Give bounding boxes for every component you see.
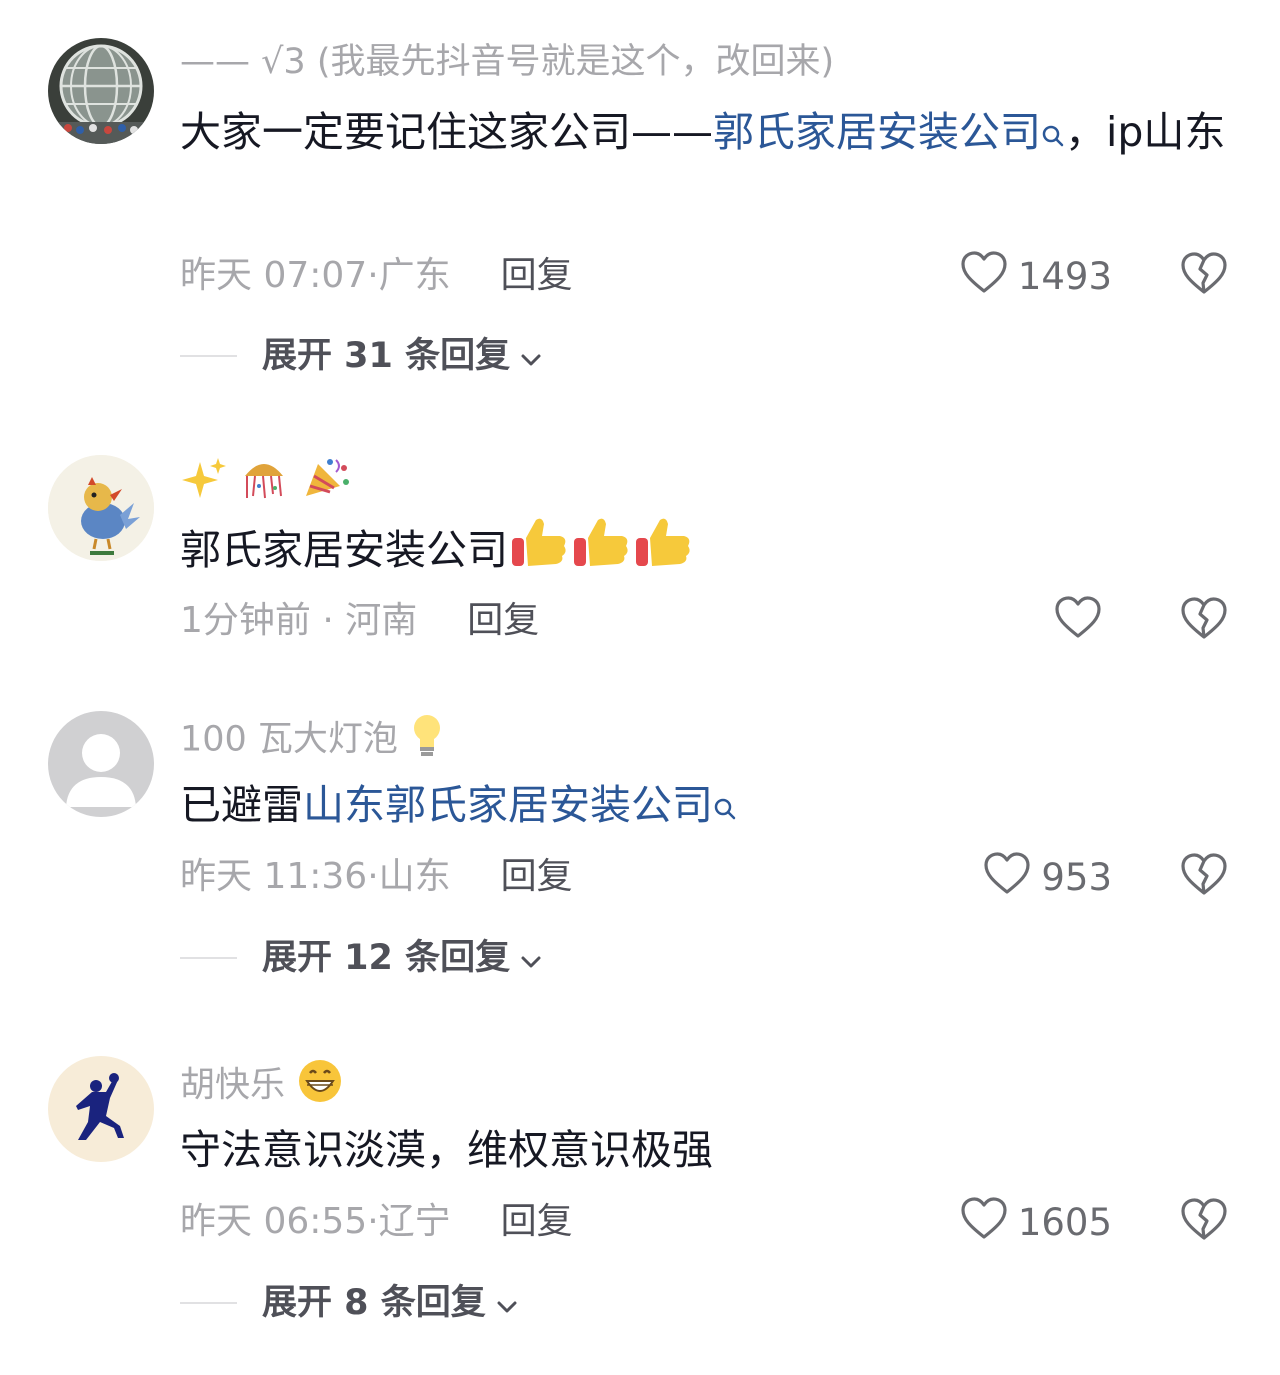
like-button[interactable]: 1605 (960, 1196, 1112, 1249)
like-button[interactable] (1054, 595, 1112, 648)
thumbs-up-icon (632, 514, 694, 592)
comment-text: 守法意识淡漠，维权意识极强 (180, 1114, 1240, 1186)
comment-time: 昨天 07:07 (180, 255, 368, 296)
broken-heart-icon[interactable] (1180, 1197, 1232, 1247)
username-label[interactable]: 胡快乐 (180, 1066, 285, 1106)
broken-heart-icon[interactable] (1180, 596, 1232, 646)
username[interactable]: —— √3 (我最先抖音号就是这个，改回来) (180, 40, 834, 84)
expand-replies-button[interactable]: 展开 8 条回复 (180, 1281, 518, 1325)
comment-meta: 1分钟前 · 河南 回复 (180, 600, 540, 641)
comment-meta: 昨天 06:55·辽宁 回复 (180, 1201, 573, 1242)
heart-icon (960, 1196, 1008, 1249)
reply-button[interactable]: 回复 (467, 600, 539, 641)
comment-time: 昨天 11:36 (180, 856, 368, 897)
chevron-down-icon (496, 1281, 518, 1325)
confetti-ball-icon (239, 456, 289, 511)
comment-text-before: 已避雷 (180, 781, 303, 829)
avatar[interactable] (48, 1056, 154, 1162)
sparkles-icon (180, 456, 228, 511)
username-label[interactable]: 100 瓦大灯泡 (180, 720, 398, 760)
like-count: 1605 (1017, 1200, 1112, 1244)
party-popper-icon (300, 456, 352, 511)
light-bulb-icon (409, 712, 445, 769)
broken-heart-icon[interactable] (1180, 251, 1232, 301)
comment-text-label: 郭氏家居安装公司 (180, 526, 508, 574)
reply-button[interactable]: 回复 (501, 856, 573, 897)
comment-meta: 昨天 07:07·广东 回复 (180, 255, 573, 296)
divider (180, 1302, 237, 1304)
comment-time: 昨天 06:55 (180, 1201, 368, 1242)
comment-location: 辽宁 (378, 1201, 451, 1242)
comment-text-before: 大家一定要记住这家公司—— (180, 108, 713, 156)
thumbs-up-icon (508, 514, 570, 592)
like-count: 953 (1041, 855, 1112, 899)
chevron-down-icon (520, 334, 542, 378)
heart-icon (1054, 595, 1102, 648)
like-button[interactable]: 1493 (960, 250, 1112, 303)
comment-location: 河南 (345, 600, 418, 641)
search-link-label[interactable]: 山东郭氏家居安装公司 (303, 781, 713, 829)
search-link[interactable]: 郭氏家居安装公司 (713, 108, 1065, 156)
comment-text: 郭氏家居安装公司 (180, 514, 1240, 592)
expand-replies-label[interactable]: 展开 8 条回复 (262, 1281, 486, 1325)
search-link[interactable]: 山东郭氏家居安装公司 (303, 781, 737, 829)
grinning-face-icon (296, 1057, 344, 1116)
username[interactable]: 胡快乐 (180, 1057, 344, 1116)
chevron-down-icon (520, 936, 542, 980)
reply-button[interactable]: 回复 (501, 1201, 573, 1242)
avatar[interactable] (48, 38, 154, 144)
reply-button[interactable]: 回复 (501, 255, 573, 296)
broken-heart-icon[interactable] (1180, 852, 1232, 902)
heart-icon (983, 851, 1031, 904)
comment-location: 山东 (378, 856, 451, 897)
comment-location: 广东 (378, 255, 451, 296)
search-icon (713, 773, 737, 845)
comment-text: 大家一定要记住这家公司——郭氏家居安装公司 ，ip山东 (180, 96, 1240, 172)
search-link-label[interactable]: 郭氏家居安装公司 (713, 108, 1041, 156)
expand-replies-button[interactable]: 展开 12 条回复 (180, 936, 542, 980)
avatar[interactable] (48, 455, 154, 561)
expand-replies-label[interactable]: 展开 12 条回复 (262, 936, 510, 980)
username[interactable] (180, 456, 352, 511)
username[interactable]: 100 瓦大灯泡 (180, 712, 445, 769)
divider (180, 957, 237, 959)
search-icon (1041, 100, 1065, 172)
comment-meta: 昨天 11:36·山东 回复 (180, 856, 573, 897)
like-button[interactable]: 953 (983, 851, 1112, 904)
expand-replies-label[interactable]: 展开 31 条回复 (262, 334, 510, 378)
comment-text-after: ，ip山东 (1065, 108, 1226, 156)
avatar[interactable] (48, 711, 154, 817)
comment-text-label: 守法意识淡漠，维权意识极强 (180, 1126, 713, 1174)
divider (180, 355, 237, 357)
comment-time: 1分钟前 (180, 600, 311, 641)
thumbs-up-icon (570, 514, 632, 592)
comment-text: 已避雷山东郭氏家居安装公司 (180, 769, 1240, 845)
heart-icon (960, 250, 1008, 303)
like-count: 1493 (1017, 254, 1112, 298)
expand-replies-button[interactable]: 展开 31 条回复 (180, 334, 542, 378)
